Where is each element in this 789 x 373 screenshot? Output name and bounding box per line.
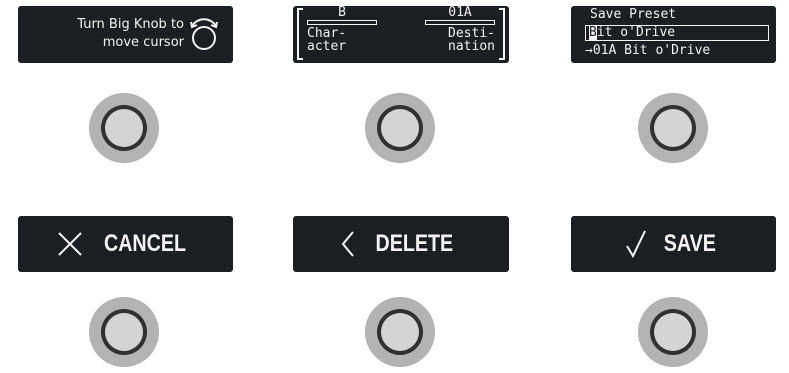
- character-label-line-2: acter: [307, 39, 347, 54]
- save-preset-display: Save Preset Bit o'Drive →01A Bit o'Drive: [571, 6, 776, 63]
- checkmark-icon: [625, 230, 646, 258]
- chevron-left-icon: [341, 231, 354, 257]
- footswitch-4[interactable]: [89, 297, 159, 367]
- preset-name-text: Bit o'Drive: [589, 25, 675, 41]
- delete-button[interactable]: DELETE: [293, 216, 509, 272]
- footswitch-3[interactable]: [638, 93, 708, 163]
- cursor-hint-line-2: move cursor: [102, 35, 184, 50]
- footswitch-cap: [654, 109, 692, 147]
- destination-value: 01A: [448, 5, 472, 20]
- footswitch-6[interactable]: [638, 297, 708, 367]
- destination-label-line-2: nation: [448, 39, 495, 54]
- destination-bar: [425, 20, 495, 25]
- scribble-strip-display: B Char- acter 01A Desti- nation: [293, 6, 509, 63]
- save-label: SAVE: [663, 230, 716, 257]
- cursor-hint-display: Turn Big Knob to move cursor: [18, 6, 233, 63]
- character-bar: [307, 20, 377, 25]
- cancel-label: CANCEL: [103, 230, 186, 257]
- footswitch-cap: [654, 313, 692, 351]
- footswitch-2[interactable]: [365, 93, 435, 163]
- rotate-knob-icon: [190, 18, 218, 50]
- footswitch-cap: [381, 109, 419, 147]
- save-preset-title: Save Preset: [590, 7, 677, 22]
- cursor-hint-line-1: Turn Big Knob to: [77, 17, 184, 32]
- footswitch-cap: [105, 109, 143, 147]
- footswitch-5[interactable]: [365, 297, 435, 367]
- delete-label: DELETE: [375, 230, 453, 257]
- save-destination: →01A Bit o'Drive: [585, 43, 711, 58]
- footswitch-cap: [381, 313, 419, 351]
- right-bracket-icon: [499, 8, 505, 60]
- save-button[interactable]: SAVE: [571, 216, 776, 272]
- footswitch-1[interactable]: [89, 93, 159, 163]
- preset-name-rest: it o'Drive: [596, 25, 676, 40]
- name-cursor: B: [589, 25, 597, 40]
- character-column: B Char- acter: [307, 6, 377, 53]
- character-value: B: [338, 5, 346, 20]
- left-bracket-icon: [297, 8, 303, 60]
- preset-name-field: Bit o'Drive: [585, 25, 769, 41]
- x-icon: [57, 232, 82, 256]
- destination-column: 01A Desti- nation: [425, 6, 495, 53]
- footswitch-cap: [105, 313, 143, 351]
- cursor-hint-text: Turn Big Knob to move cursor: [77, 16, 184, 52]
- cancel-button[interactable]: CANCEL: [18, 216, 233, 272]
